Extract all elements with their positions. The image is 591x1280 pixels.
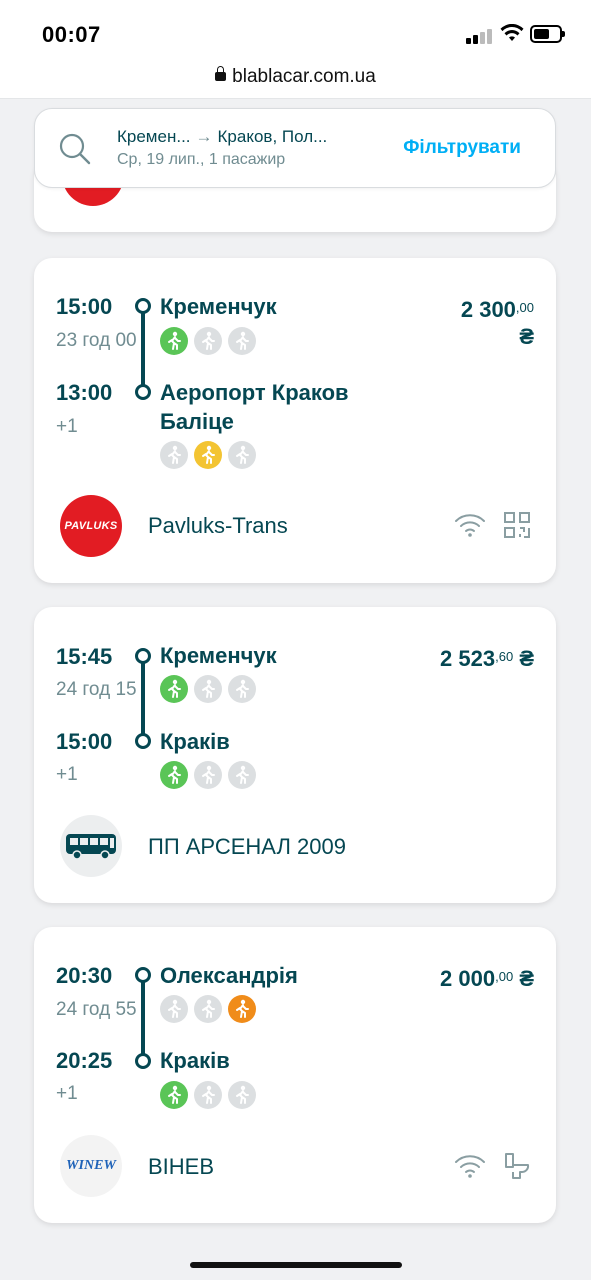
price-currency: ₴ bbox=[519, 646, 534, 671]
arrival-walk-icons bbox=[160, 761, 256, 789]
arrival-city: Аеропорт Краков Баліце bbox=[160, 380, 349, 434]
lock-icon bbox=[215, 66, 227, 81]
walking-distance-icon bbox=[160, 675, 188, 703]
url-bar[interactable]: blablacar.com.ua bbox=[0, 66, 591, 88]
trip-price: 2 300,00 ₴ bbox=[461, 296, 534, 350]
trip-price: 2 000,00 ₴ bbox=[440, 965, 534, 992]
status-bar: 00:07 blablacar.com.ua bbox=[0, 0, 591, 99]
departure-walk-icons bbox=[160, 327, 256, 355]
departure-city: Кременчук bbox=[160, 643, 277, 668]
arrow-right-icon: → bbox=[195, 127, 213, 146]
route-dot-start bbox=[135, 298, 151, 314]
search-from: Кремен... bbox=[117, 127, 191, 146]
walking-distance-icon bbox=[228, 675, 256, 703]
trip-duration: 24 год 55 bbox=[56, 999, 137, 1020]
walking-distance-icon bbox=[160, 441, 188, 469]
walking-distance-icon bbox=[228, 761, 256, 789]
walking-distance-icon bbox=[160, 327, 188, 355]
next-day-indicator: +1 bbox=[56, 1083, 78, 1104]
departure-city: Олександрія bbox=[160, 963, 298, 988]
walking-distance-icon bbox=[228, 441, 256, 469]
walking-distance-icon bbox=[194, 675, 222, 703]
route-dot-start bbox=[135, 967, 151, 983]
trip-card[interactable]: 15:00 23 год 00 Кременчук 13:00 +1 Аероп… bbox=[34, 258, 556, 583]
url-text: blablacar.com.ua bbox=[232, 66, 376, 87]
toilet-icon bbox=[505, 1153, 530, 1179]
price-cents: ,60 bbox=[495, 649, 514, 664]
operator-logo: PAVLUKS bbox=[60, 495, 122, 557]
walking-distance-icon bbox=[194, 761, 222, 789]
operator-name: ВІНЕВ bbox=[148, 1154, 215, 1179]
walking-distance-icon bbox=[228, 995, 256, 1023]
route-summary: Кремен... → Краков, Пол... bbox=[117, 127, 327, 147]
amenities bbox=[454, 1151, 532, 1181]
price-cents: ,00 bbox=[495, 969, 514, 984]
trip-duration: 23 год 00 bbox=[56, 330, 137, 351]
operator-logo: WINEW bbox=[60, 1135, 122, 1197]
search-details: Ср, 19 лип., 1 пасажир bbox=[117, 151, 286, 168]
operator-name: ПП АРСЕНАЛ 2009 bbox=[148, 834, 346, 859]
walking-distance-icon bbox=[194, 327, 222, 355]
departure-time: 20:30 bbox=[56, 963, 113, 988]
battery-icon bbox=[530, 25, 565, 43]
operator-name: Pavluks-Trans bbox=[148, 513, 288, 538]
arrival-city: Краків bbox=[160, 729, 230, 754]
arrival-time: 13:00 bbox=[56, 380, 113, 405]
price-main: 2 523 bbox=[440, 646, 496, 671]
arrival-time: 15:00 bbox=[56, 729, 113, 754]
route-dot-end bbox=[135, 384, 151, 400]
departure-walk-icons bbox=[160, 995, 256, 1023]
walking-distance-icon bbox=[194, 441, 222, 469]
arrival-city: Краків bbox=[160, 1048, 230, 1073]
arrival-time: 20:25 bbox=[56, 1048, 113, 1073]
route-line bbox=[141, 975, 145, 1059]
walking-distance-icon bbox=[194, 995, 222, 1023]
walking-distance-icon bbox=[160, 1081, 188, 1109]
route-line bbox=[141, 306, 145, 388]
amenities bbox=[454, 510, 532, 540]
departure-walk-icons bbox=[160, 675, 256, 703]
search-summary[interactable]: Кремен... → Краков, Пол... Ср, 19 лип., 1 … bbox=[34, 108, 556, 188]
walking-distance-icon bbox=[160, 995, 188, 1023]
route-dot-start bbox=[135, 648, 151, 664]
route-line bbox=[141, 655, 145, 739]
walking-distance-icon bbox=[228, 1081, 256, 1109]
price-cents: ,00 bbox=[515, 300, 534, 315]
price-currency: ₴ bbox=[519, 966, 534, 991]
wifi-icon bbox=[455, 514, 485, 537]
arrival-walk-icons bbox=[160, 1081, 256, 1109]
arrival-walk-icons bbox=[160, 441, 256, 469]
wifi-icon bbox=[455, 1155, 485, 1178]
wifi-status-icon bbox=[500, 24, 524, 41]
next-day-indicator: +1 bbox=[56, 416, 78, 437]
cellular-signal-icon bbox=[466, 28, 494, 44]
price-currency: ₴ bbox=[519, 324, 534, 349]
price-main: 2 000 bbox=[440, 966, 496, 991]
walking-distance-icon bbox=[160, 761, 188, 789]
search-icon bbox=[59, 133, 91, 165]
walking-distance-icon bbox=[194, 1081, 222, 1109]
trip-duration: 24 год 15 bbox=[56, 679, 137, 700]
trip-card[interactable]: 15:45 24 год 15 Кременчук 15:00 +1 Кракі… bbox=[34, 607, 556, 903]
route-dot-end bbox=[135, 1053, 151, 1069]
trip-price: 2 523,60 ₴ bbox=[440, 645, 534, 672]
home-indicator bbox=[190, 1262, 402, 1268]
departure-city: Кременчук bbox=[160, 294, 277, 319]
next-day-indicator: +1 bbox=[56, 764, 78, 785]
clock: 00:07 bbox=[42, 22, 101, 47]
operator-logo bbox=[60, 815, 122, 877]
filter-button[interactable]: Фільтрувати bbox=[403, 137, 521, 159]
bus-icon bbox=[66, 834, 116, 860]
search-to: Краков, Пол... bbox=[217, 127, 328, 146]
departure-time: 15:45 bbox=[56, 644, 113, 669]
route-dot-end bbox=[135, 733, 151, 749]
walking-distance-icon bbox=[228, 327, 256, 355]
trip-card[interactable]: 20:30 24 год 55 Олександрія 20:25 +1 Кра… bbox=[34, 927, 556, 1223]
price-main: 2 300 bbox=[460, 297, 516, 322]
qr-code-icon bbox=[504, 512, 530, 538]
departure-time: 15:00 bbox=[56, 294, 113, 319]
